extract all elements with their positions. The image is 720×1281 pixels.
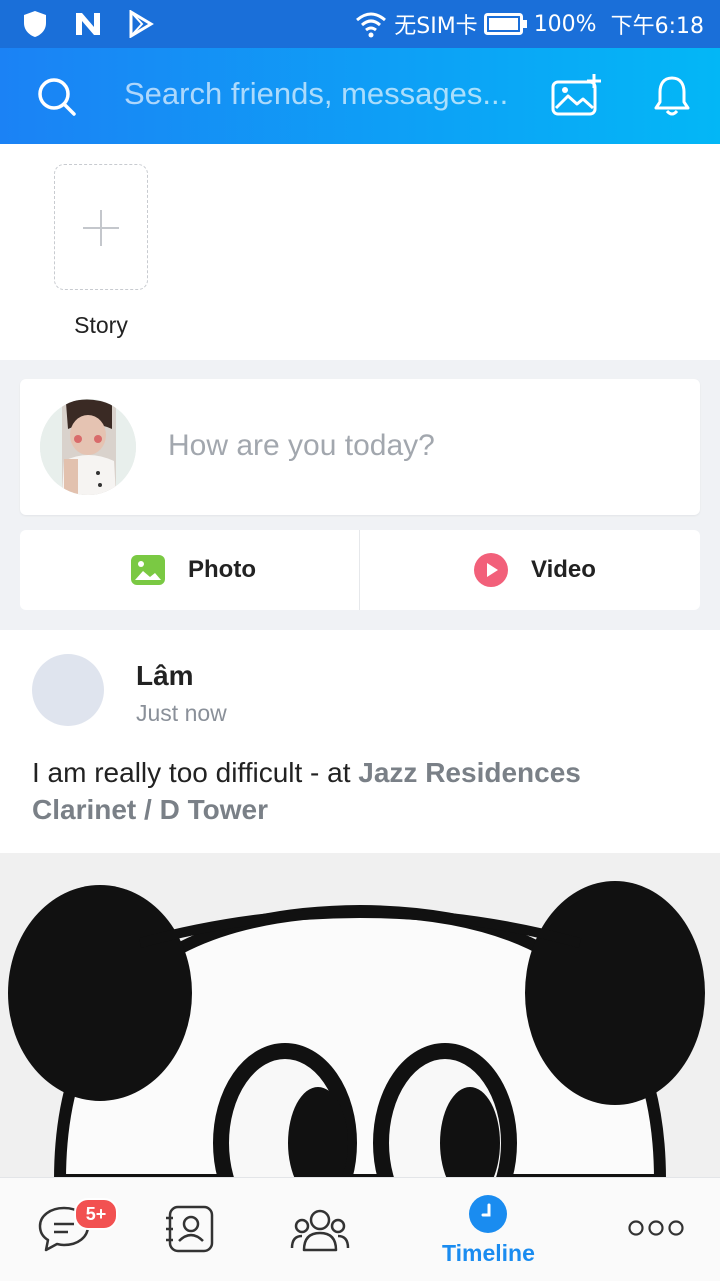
divider bbox=[359, 530, 360, 610]
status-bar: 无SIM卡 100% 下午6:18 bbox=[0, 0, 720, 48]
media-actions: Photo Video bbox=[20, 530, 700, 610]
wifi-icon bbox=[356, 12, 387, 38]
timeline-icon bbox=[469, 1195, 507, 1233]
battery-icon bbox=[483, 13, 527, 35]
status-prompt[interactable]: How are you today? bbox=[168, 429, 435, 463]
avatar-photo bbox=[40, 399, 136, 495]
feed-post: Lâm Just now I am really too difficult -… bbox=[0, 630, 720, 1180]
post-time: Just now bbox=[136, 700, 227, 726]
n-icon bbox=[76, 13, 100, 35]
panda-image bbox=[0, 853, 720, 1180]
groups-icon bbox=[290, 1209, 350, 1252]
nav-contacts[interactable] bbox=[150, 1178, 240, 1281]
battery-percent: 100% bbox=[533, 11, 597, 37]
photo-label: Photo bbox=[188, 556, 256, 583]
top-bar: Search friends, messages... bbox=[0, 48, 720, 144]
author-name[interactable]: Lâm bbox=[136, 660, 194, 692]
post-text: I am really too difficult - at Jazz Resi… bbox=[32, 754, 692, 828]
video-label: Video bbox=[531, 556, 596, 583]
status-composer[interactable]: How are you today? bbox=[20, 379, 700, 515]
nav-more[interactable] bbox=[610, 1178, 700, 1281]
video-icon bbox=[474, 553, 508, 587]
contacts-icon bbox=[166, 1205, 214, 1253]
messages-badge: 5+ bbox=[74, 1198, 118, 1230]
carrier-text: 无SIM卡 bbox=[394, 14, 478, 39]
search-input[interactable]: Search friends, messages... bbox=[124, 76, 524, 112]
more-icon bbox=[628, 1220, 684, 1236]
story-label: Story bbox=[74, 312, 128, 338]
post-image[interactable] bbox=[0, 853, 720, 1180]
shield-icon bbox=[24, 11, 46, 37]
clock: 下午6:18 bbox=[610, 14, 704, 39]
post-text-body: I am really too difficult - at bbox=[32, 757, 359, 788]
photo-button[interactable]: Photo bbox=[130, 530, 256, 610]
video-button[interactable]: Video bbox=[473, 530, 596, 610]
nav-groups[interactable] bbox=[280, 1178, 370, 1281]
author-avatar[interactable] bbox=[32, 654, 104, 726]
nav-messages[interactable]: 5+ bbox=[30, 1178, 120, 1281]
play-store-icon bbox=[129, 10, 154, 38]
user-avatar[interactable] bbox=[40, 399, 136, 495]
search-icon[interactable] bbox=[36, 76, 78, 118]
timeline-label: Timeline bbox=[442, 1240, 535, 1266]
photo-icon bbox=[131, 555, 165, 585]
add-photo-icon[interactable] bbox=[550, 72, 604, 118]
nav-timeline[interactable]: Timeline bbox=[430, 1178, 545, 1281]
stories-section: Story bbox=[0, 144, 720, 360]
bottom-nav: 5+ Timeline bbox=[0, 1177, 720, 1281]
plus-icon bbox=[82, 209, 119, 246]
add-story-button[interactable] bbox=[54, 164, 148, 290]
bell-icon[interactable] bbox=[652, 74, 692, 118]
